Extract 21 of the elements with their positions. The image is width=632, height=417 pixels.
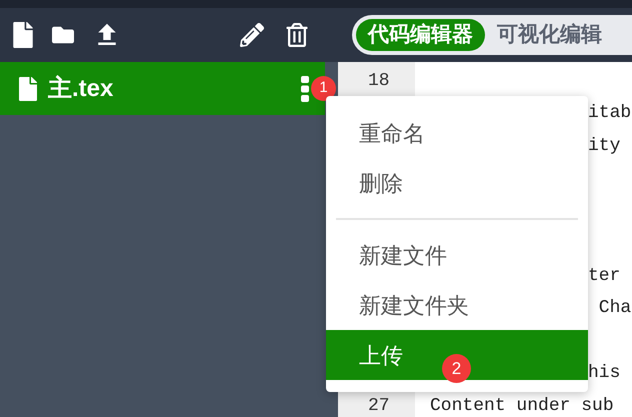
- code-line: ter: [588, 264, 620, 288]
- file-name: 主.tex: [48, 74, 114, 104]
- delete-icon[interactable]: [286, 23, 308, 47]
- code-line: ity: [588, 134, 620, 158]
- code-line: Content under sub: [430, 394, 614, 417]
- menu-item[interactable]: 新建文件: [326, 230, 588, 280]
- code-line: his: [588, 362, 620, 385]
- menu-item[interactable]: 重命名: [326, 108, 588, 158]
- more-icon[interactable]: [301, 76, 309, 102]
- code-line: Cha: [598, 297, 632, 320]
- file-icon: [18, 76, 38, 100]
- new-file-icon[interactable]: [12, 22, 34, 48]
- menu-item[interactable]: 删除: [326, 158, 588, 208]
- line-number: 18: [368, 70, 390, 92]
- mode-tab[interactable]: 可视化编辑: [485, 19, 614, 51]
- mode-tab[interactable]: 代码编辑器: [356, 19, 485, 51]
- menu-item[interactable]: 新建文件夹: [326, 280, 588, 330]
- line-number: 27: [368, 394, 390, 417]
- new-folder-icon[interactable]: [50, 24, 76, 46]
- edit-icon[interactable]: [240, 23, 264, 47]
- code-line: itab: [588, 102, 632, 125]
